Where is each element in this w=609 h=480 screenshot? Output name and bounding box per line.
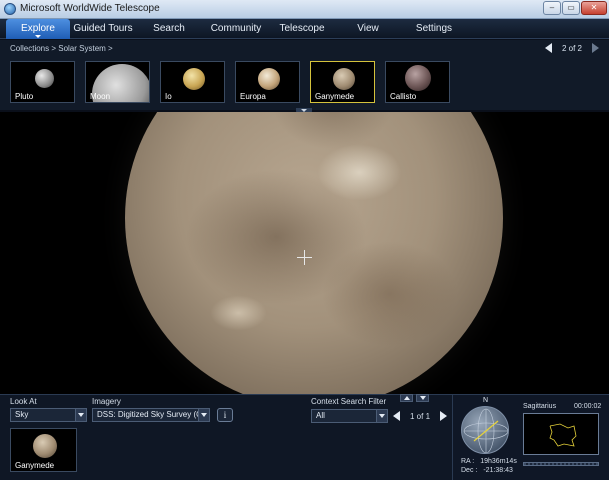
- collection-header: Collections > Solar System > 2 of 2: [0, 40, 609, 58]
- scroll-down-icon[interactable]: [416, 394, 429, 402]
- context-search-label: Context Search Filter: [311, 397, 387, 406]
- thumbnail-strip: Pluto Moon Io Europa Ganymede Callisto: [0, 58, 609, 110]
- thumbnail-label: Pluto: [15, 92, 34, 101]
- context-scroll-arrows: [400, 394, 429, 402]
- chevron-down-icon: [35, 35, 41, 38]
- europa-image: [258, 68, 280, 90]
- imagery-label: Imagery: [92, 397, 121, 406]
- thumbnail-label: Moon: [90, 92, 111, 101]
- constellation-minimap[interactable]: [523, 413, 599, 455]
- callisto-image: [405, 65, 431, 91]
- constellation-outline-icon: [549, 423, 577, 447]
- sky-view[interactable]: [0, 112, 609, 394]
- coordinates-readout: RA : 19h36m14s Dec : -21:38:43: [461, 457, 517, 475]
- thumbnail-label: Callisto: [390, 92, 417, 101]
- close-button[interactable]: ✕: [581, 1, 607, 15]
- minimize-button[interactable]: –: [543, 1, 561, 15]
- thumbnail-label: Europa: [240, 92, 266, 101]
- app-logo-icon: [4, 3, 16, 15]
- window-title: Microsoft WorldWide Telescope: [20, 3, 160, 14]
- collection-pager: 2 of 2: [544, 43, 599, 53]
- pluto-image: [35, 69, 54, 88]
- context-search-dropdown[interactable]: All: [311, 409, 388, 423]
- info-button[interactable]: i: [217, 408, 233, 422]
- context-search-value: All: [316, 411, 325, 420]
- compass-grid-icon: [463, 408, 508, 453]
- current-object-label: Ganymede: [15, 461, 55, 470]
- thumbnail-callisto[interactable]: Callisto: [385, 61, 450, 103]
- look-at-label: Look At: [10, 397, 37, 406]
- dec-label: Dec :: [461, 467, 478, 474]
- thumbnail-pluto[interactable]: Pluto: [10, 61, 75, 103]
- context-previous-icon[interactable]: [393, 411, 400, 421]
- menu-telescope[interactable]: Telescope: [276, 19, 328, 39]
- breadcrumb[interactable]: Collections > Solar System >: [10, 44, 113, 53]
- previous-page-icon[interactable]: [544, 43, 552, 53]
- time-scrubber[interactable]: [523, 462, 599, 466]
- thumbnail-ganymede[interactable]: Ganymede: [310, 61, 375, 103]
- thumbnail-io[interactable]: Io: [160, 61, 225, 103]
- time-readout: 00:00:02: [574, 403, 602, 410]
- chevron-down-icon: [376, 410, 387, 422]
- chevron-down-icon: [198, 409, 209, 421]
- crosshair-icon: [304, 250, 305, 265]
- maximize-button[interactable]: ▭: [562, 1, 580, 15]
- io-image: [183, 68, 205, 90]
- context-next-icon[interactable]: [440, 411, 447, 421]
- navigation-panel: N RA : 19h36m14s Dec : -21:38:43 Sagittari…: [452, 395, 609, 480]
- menu-settings[interactable]: Settings: [410, 19, 458, 39]
- scroll-up-icon[interactable]: [400, 394, 413, 402]
- ra-value: 19h36m14s: [480, 458, 517, 465]
- menu-search[interactable]: Search: [146, 19, 192, 39]
- menu-guided-tours[interactable]: Guided Tours: [72, 19, 134, 39]
- north-indicator: N: [483, 397, 489, 404]
- imagery-dropdown[interactable]: DSS: Digitized Sky Survey (O...: [92, 408, 210, 422]
- dec-value: -21:38:43: [483, 467, 513, 474]
- menu-explore-label: Explore: [21, 23, 55, 34]
- window-controls: – ▭ ✕: [543, 1, 607, 15]
- menu-view[interactable]: View: [350, 19, 386, 39]
- ganymede-image: [333, 68, 355, 90]
- next-page-icon[interactable]: [592, 43, 599, 53]
- thumbnail-label: Ganymede: [315, 92, 355, 101]
- compass-globe[interactable]: [461, 406, 509, 454]
- thumbnail-label: Io: [165, 92, 172, 101]
- title-bar: Microsoft WorldWide Telescope – ▭ ✕: [0, 0, 609, 19]
- look-at-value: Sky: [15, 410, 29, 419]
- main-menu: Explore Guided Tours Search Community Te…: [0, 19, 609, 39]
- context-page-indicator: 1 of 1: [410, 412, 431, 421]
- chevron-down-icon: [75, 409, 86, 421]
- imagery-value: DSS: Digitized Sky Survey (O...: [97, 410, 210, 419]
- menu-explore[interactable]: Explore: [6, 19, 70, 39]
- constellation-name: Sagittarius: [523, 403, 557, 410]
- collection-page-indicator: 2 of 2: [561, 43, 582, 53]
- ganymede-planet-image: [125, 112, 503, 394]
- menu-community[interactable]: Community: [206, 19, 266, 39]
- current-object-thumbnail[interactable]: Ganymede: [10, 428, 77, 472]
- bottom-panel: Look At Sky Imagery DSS: Digitized Sky S…: [0, 394, 609, 480]
- ganymede-image: [33, 434, 57, 458]
- ra-label: RA :: [461, 458, 475, 465]
- look-at-dropdown[interactable]: Sky: [10, 408, 87, 422]
- thumbnail-moon[interactable]: Moon: [85, 61, 150, 103]
- thumbnail-europa[interactable]: Europa: [235, 61, 300, 103]
